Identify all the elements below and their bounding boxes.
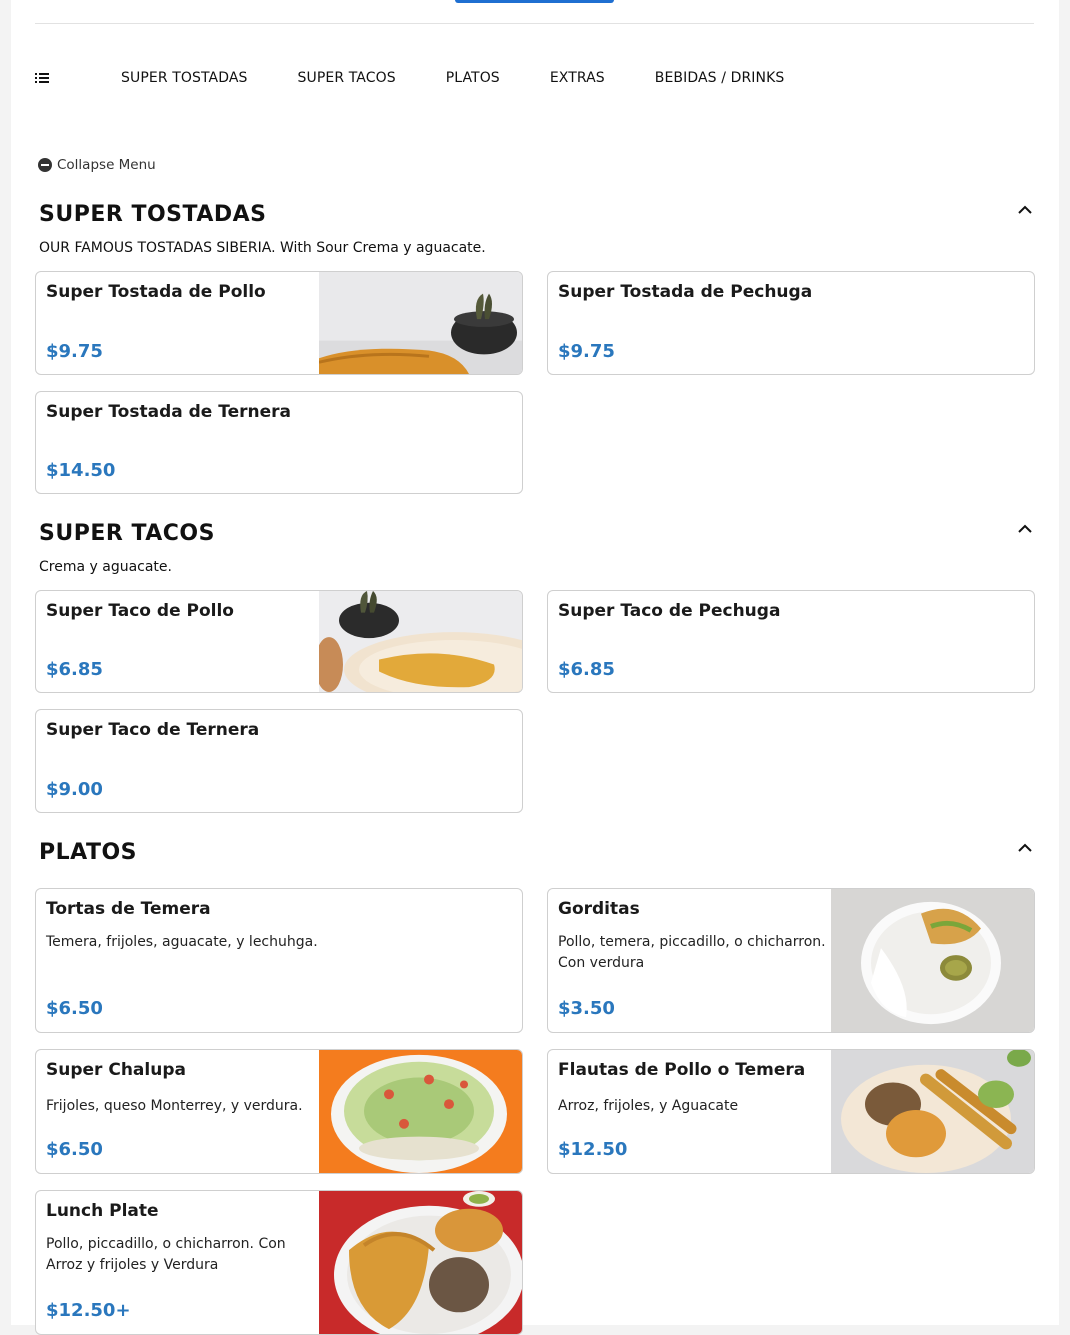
- item-price: $6.50: [46, 1139, 103, 1160]
- menu-item-card[interactable]: Flautas de Pollo o Temera Arroz, frijole…: [547, 1049, 1035, 1174]
- menu-item-card[interactable]: Super Taco de Pechuga $6.85: [547, 590, 1035, 693]
- section-description: Crema y aguacate.: [39, 559, 172, 575]
- menu-item-card[interactable]: Gorditas Pollo, temera, piccadillo, o ch…: [547, 888, 1035, 1033]
- gorditas-photo: [831, 889, 1034, 1032]
- item-price: $12.50: [558, 1139, 628, 1160]
- item-name: Super Chalupa: [46, 1060, 186, 1080]
- item-description: Arroz, frijoles, y Aguacate: [558, 1098, 739, 1114]
- chevron-up-icon[interactable]: [1015, 202, 1035, 216]
- item-price: $6.85: [558, 659, 615, 680]
- item-price: $9.75: [46, 341, 103, 362]
- chalupa-photo: [319, 1050, 522, 1173]
- divider: [35, 23, 1034, 24]
- item-description: Frijoles, queso Monterrey, y verdura.: [46, 1098, 303, 1114]
- section-title-super-tacos: SUPER TACOS: [39, 521, 215, 546]
- item-description: Temera, frijoles, aguacate, y lechuhga.: [46, 934, 318, 950]
- nav-item-extras[interactable]: EXTRAS: [550, 70, 605, 86]
- nav-item-super-tostadas[interactable]: SUPER TOSTADAS: [121, 70, 248, 86]
- menu-item-card[interactable]: Super Taco de Ternera $9.00: [35, 709, 523, 813]
- item-name: Gorditas: [558, 899, 640, 919]
- chevron-up-icon[interactable]: [1015, 521, 1035, 535]
- item-name: Super Tostada de Pollo: [46, 282, 266, 302]
- menu-item-card[interactable]: Super Tostada de Pollo $9.75: [35, 271, 523, 375]
- nav-item-platos[interactable]: PLATOS: [446, 70, 500, 86]
- menu-page: SUPER TOSTADAS SUPER TACOS PLATOS EXTRAS…: [11, 0, 1059, 1335]
- lunch-plate-photo: [319, 1191, 522, 1334]
- item-price: $14.50: [46, 460, 116, 481]
- item-name: Super Taco de Pechuga: [558, 601, 781, 621]
- item-name: Tortas de Temera: [46, 899, 211, 919]
- menu-item-card[interactable]: Lunch Plate Pollo, piccadillo, o chichar…: [35, 1190, 523, 1335]
- section-title-super-tostadas: SUPER TOSTADAS: [39, 202, 267, 227]
- chevron-up-icon[interactable]: [1015, 840, 1035, 854]
- category-nav: SUPER TOSTADAS SUPER TACOS PLATOS EXTRAS…: [35, 66, 834, 90]
- collapse-menu-label: Collapse Menu: [57, 157, 156, 173]
- section-title-platos: PLATOS: [39, 840, 138, 865]
- item-price: $6.50: [46, 998, 103, 1019]
- item-price: $12.50+: [46, 1300, 131, 1321]
- minus-circle-icon: [38, 158, 52, 172]
- flautas-photo: [831, 1050, 1034, 1173]
- nav-item-bebidas-drinks[interactable]: BEBIDAS / DRINKS: [655, 70, 785, 86]
- item-name: Flautas de Pollo o Temera: [558, 1060, 806, 1080]
- section-description: OUR FAMOUS TOSTADAS SIBERIA. With Sour C…: [39, 240, 486, 256]
- menu-item-card[interactable]: Super Tostada de Pechuga $9.75: [547, 271, 1035, 375]
- item-description: Pollo, temera, piccadillo, o chicharron.…: [558, 934, 826, 971]
- menu-item-card[interactable]: Tortas de Temera Temera, frijoles, aguac…: [35, 888, 523, 1033]
- menu-item-card[interactable]: Super Tostada de Ternera $14.50: [35, 391, 523, 494]
- item-name: Lunch Plate: [46, 1201, 159, 1221]
- item-price: $6.85: [46, 659, 103, 680]
- item-price: $3.50: [558, 998, 615, 1019]
- top-action-button[interactable]: [455, 0, 614, 3]
- item-price: $9.75: [558, 341, 615, 362]
- tostada-photo: [319, 272, 522, 374]
- collapse-menu-button[interactable]: Collapse Menu: [38, 157, 156, 173]
- item-name: Super Taco de Ternera: [46, 720, 260, 740]
- list-icon[interactable]: [35, 68, 55, 88]
- item-name: Super Tostada de Ternera: [46, 402, 291, 422]
- nav-item-super-tacos[interactable]: SUPER TACOS: [298, 70, 396, 86]
- item-price: $9.00: [46, 779, 103, 800]
- item-description: Pollo, piccadillo, o chicharron. Con Arr…: [46, 1236, 286, 1273]
- taco-photo: [319, 591, 522, 692]
- item-name: Super Tostada de Pechuga: [558, 282, 813, 302]
- menu-item-card[interactable]: Super Taco de Pollo $6.85: [35, 590, 523, 693]
- item-name: Super Taco de Pollo: [46, 601, 234, 621]
- menu-item-card[interactable]: Super Chalupa Frijoles, queso Monterrey,…: [35, 1049, 523, 1174]
